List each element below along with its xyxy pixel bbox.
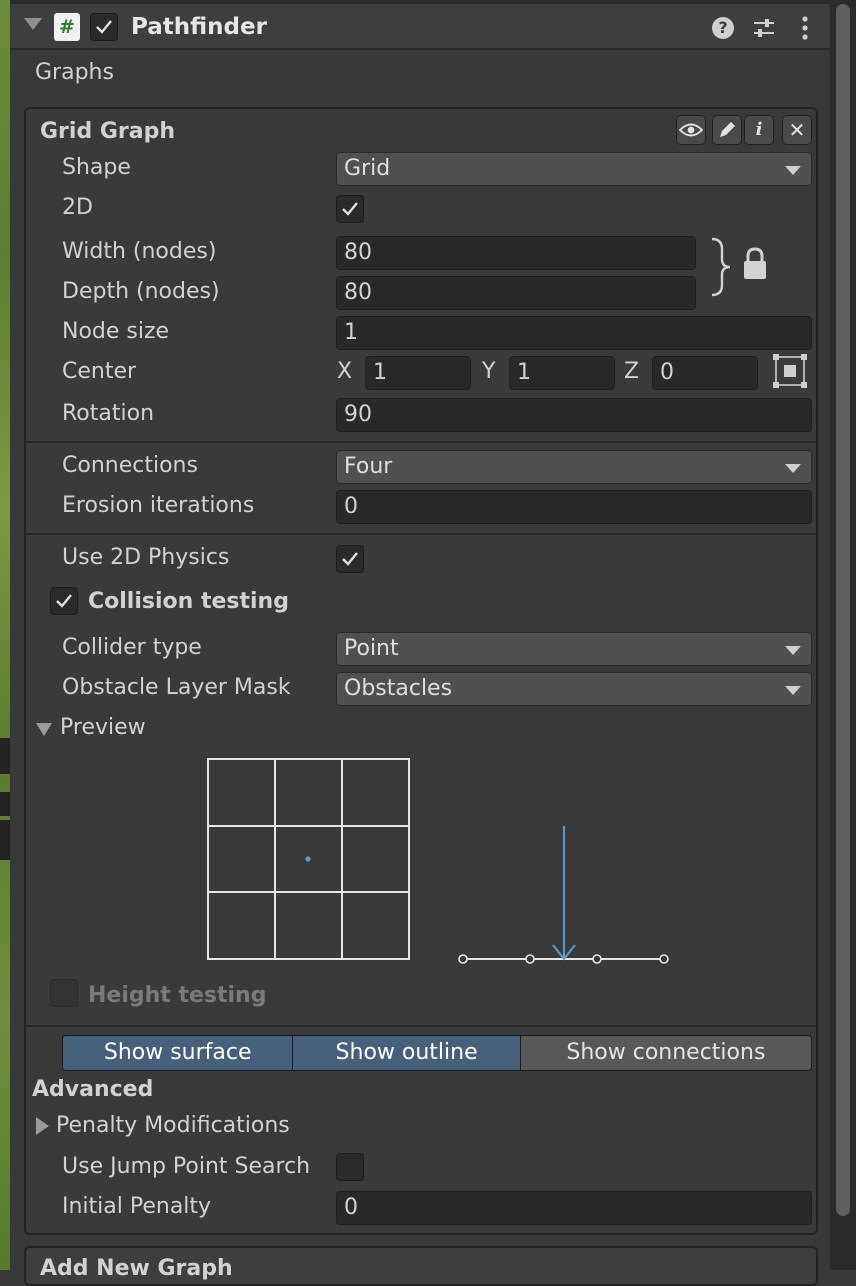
add-new-graph-section[interactable]: Add New Graph [24, 1246, 818, 1286]
scene-view-edge [0, 0, 10, 1270]
penalty-foldout-icon[interactable] [36, 1117, 49, 1135]
more-vertical-icon[interactable] [800, 14, 810, 48]
show-connections-toggle[interactable]: Show connections [520, 1036, 811, 1070]
component-header: # Pathfinder ? [10, 0, 830, 50]
initial-penalty-field[interactable]: 0 [336, 1191, 812, 1225]
sliders-icon[interactable] [752, 16, 776, 46]
scrollbar-thumb[interactable] [836, 4, 850, 1216]
view-toggle-group: Show surface Show outline Show connectio… [62, 1035, 812, 1071]
jump-point-search-checkbox[interactable] [336, 1153, 364, 1181]
initial-penalty-label: Initial Penalty [62, 1194, 212, 1219]
component-enabled-checkbox[interactable] [90, 13, 118, 41]
advanced-label: Advanced [32, 1077, 154, 1102]
jump-point-search-label: Use Jump Point Search [62, 1154, 311, 1179]
preview-ray [458, 826, 669, 964]
divider [26, 1025, 816, 1027]
collision-preview [207, 758, 669, 964]
help-icon[interactable]: ? [712, 17, 734, 39]
show-surface-toggle[interactable]: Show surface [63, 1036, 294, 1070]
inspector-panel: # Pathfinder ? Graphs Grid Graph i ✕ Sha… [10, 0, 830, 1286]
component-title: Pathfinder [131, 14, 267, 40]
show-outline-toggle[interactable]: Show outline [293, 1036, 521, 1070]
preview-center-dot [305, 856, 311, 862]
height-testing-checkbox[interactable] [50, 979, 78, 1007]
chevron-down-icon[interactable] [24, 18, 42, 30]
script-icon: # [54, 13, 80, 41]
grid-graph-panel: Grid Graph i ✕ Shape Grid 2D Width (node… [24, 107, 818, 1235]
scrollbar[interactable] [830, 0, 856, 1270]
add-new-graph-label: Add New Graph [40, 1256, 233, 1281]
penalty-modifications-label[interactable]: Penalty Modifications [56, 1113, 290, 1138]
height-testing-label: Height testing [88, 983, 267, 1008]
graphs-label: Graphs [35, 60, 114, 85]
